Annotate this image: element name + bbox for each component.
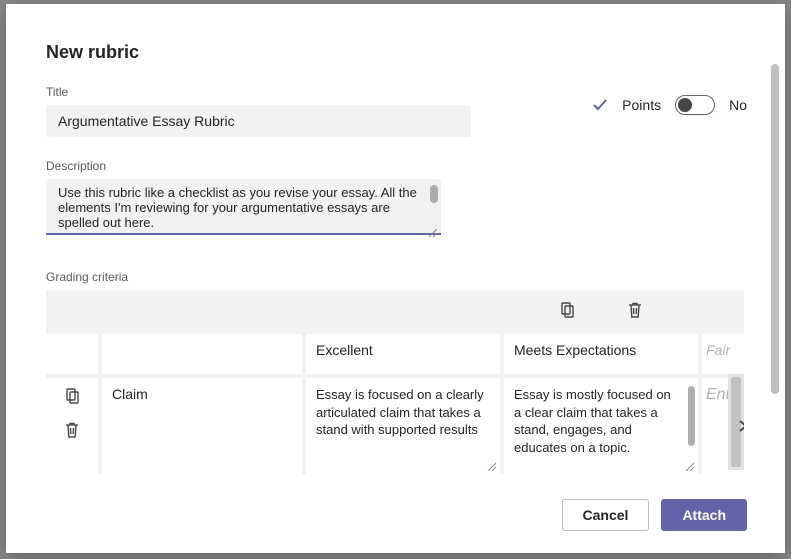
grading-criteria-label: Grading criteria <box>46 270 747 284</box>
points-toggle[interactable] <box>675 95 715 115</box>
criterion-meets-cell[interactable]: Essay is mostly focused on a clear claim… <box>504 378 698 474</box>
resize-handle-icon[interactable] <box>486 461 496 471</box>
title-field-block: Title <box>46 85 471 137</box>
description-label: Description <box>46 159 441 173</box>
attach-button[interactable]: Attach <box>661 499 747 531</box>
grid-blank <box>306 290 500 330</box>
criterion-name-cell[interactable]: Claim <box>102 378 302 474</box>
criterion-row-actions <box>46 378 98 474</box>
check-icon <box>592 97 608 113</box>
grid-blank <box>46 290 98 330</box>
criterion-excellent-cell[interactable]: Essay is focused on a clearly articulate… <box>306 378 500 474</box>
chevron-right-icon[interactable] <box>736 419 744 433</box>
top-row: Title Points No <box>46 85 747 137</box>
grid-blank <box>102 290 302 330</box>
column-action-bar <box>504 290 698 330</box>
grading-grid-wrap: Excellent Meets Expectations Fair <box>46 290 744 474</box>
description-textarea[interactable] <box>46 179 441 235</box>
copy-column-icon[interactable] <box>559 302 575 318</box>
dialog-scrollbar[interactable] <box>771 64 779 394</box>
level-header-excellent[interactable]: Excellent <box>306 334 500 374</box>
points-label: Points <box>622 97 661 113</box>
level-header-fair[interactable]: Fair <box>702 334 744 374</box>
cell-scrollbar[interactable] <box>688 386 695 446</box>
grid-corner-blank <box>46 334 98 374</box>
dialog-content: New rubric Title Points No Description <box>46 42 747 483</box>
copy-row-icon[interactable] <box>64 388 80 404</box>
description-field-block: Description <box>46 159 441 240</box>
points-toggle-state: No <box>729 97 747 113</box>
level-header-meets-expectations[interactable]: Meets Expectations <box>504 334 698 374</box>
page-title: New rubric <box>46 42 747 63</box>
resize-handle-icon[interactable] <box>427 227 437 237</box>
points-group: Points No <box>592 85 747 115</box>
description-scrollbar[interactable] <box>430 185 438 203</box>
new-rubric-dialog: New rubric Title Points No Description <box>6 4 785 553</box>
grid-blank <box>702 290 744 330</box>
title-label: Title <box>46 85 471 99</box>
delete-column-icon[interactable] <box>627 302 643 318</box>
title-input[interactable] <box>46 105 471 137</box>
grid-criteria-header-blank <box>102 334 302 374</box>
resize-handle-icon[interactable] <box>684 461 694 471</box>
delete-row-icon[interactable] <box>64 422 80 438</box>
cancel-button[interactable]: Cancel <box>562 499 650 531</box>
toggle-knob <box>678 98 692 112</box>
grading-grid: Excellent Meets Expectations Fair <box>46 290 744 474</box>
dialog-footer: Cancel Attach <box>562 499 747 531</box>
